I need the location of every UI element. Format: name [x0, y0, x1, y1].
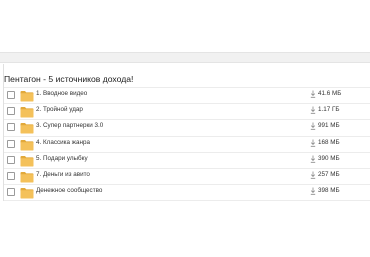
row-checkbox[interactable]	[7, 91, 15, 99]
file-name[interactable]: 1. Вводное видео	[36, 90, 87, 97]
file-row[interactable]: 4. Классика жанра 168 МБ	[4, 135, 370, 152]
file-name[interactable]: 7. Деньги из авито	[36, 171, 90, 178]
download-arrow-icon[interactable]	[310, 106, 316, 117]
file-size: 257 МБ	[318, 170, 340, 178]
row-checkbox[interactable]	[7, 139, 15, 148]
row-checkbox[interactable]	[7, 188, 15, 197]
row-checkbox[interactable]	[7, 123, 15, 132]
folder-icon	[20, 154, 34, 167]
row-checkbox[interactable]	[7, 171, 15, 180]
file-size: 41.6 МБ	[318, 90, 342, 97]
download-arrow-icon[interactable]	[310, 171, 316, 182]
download-arrow-icon[interactable]	[310, 155, 316, 166]
file-row[interactable]: 7. Деньги из авито 257 МБ	[4, 167, 370, 184]
folder-icon	[20, 138, 34, 151]
file-row[interactable]: 3. Супер партнерки 3.0 991 МБ	[4, 119, 370, 135]
folder-title: Пентагон - 5 источников дохода!	[4, 74, 134, 84]
download-arrow-icon[interactable]	[310, 187, 316, 198]
file-row[interactable]: 2. Тройной удар 1.17 ГБ	[4, 103, 370, 119]
download-arrow-icon[interactable]	[310, 139, 316, 150]
folder-icon	[20, 89, 34, 102]
file-size: 398 МБ	[318, 187, 340, 195]
folder-icon	[20, 121, 34, 134]
file-row[interactable]: 1. Вводное видео 41.6 МБ	[4, 87, 370, 103]
folder-icon	[20, 170, 34, 183]
download-arrow-icon[interactable]	[310, 90, 316, 101]
row-checkbox[interactable]	[7, 107, 15, 116]
download-arrow-icon[interactable]	[310, 122, 316, 133]
file-size: 991 МБ	[318, 122, 340, 130]
folder-icon	[20, 105, 34, 118]
file-name[interactable]: Денежное сообщество	[36, 187, 102, 194]
file-name[interactable]: 3. Супер партнерки 3.0	[36, 122, 103, 129]
file-row[interactable]: 5. Подари улыбку 390 МБ	[4, 151, 370, 168]
file-row[interactable]: Денежное сообщество 398 МБ	[4, 184, 370, 202]
file-list: 1. Вводное видео 41.6 МБ 2. Тройной удар 1.…	[4, 87, 370, 202]
file-size: 390 МБ	[318, 154, 340, 162]
folder-icon	[20, 186, 34, 199]
row-checkbox[interactable]	[7, 155, 15, 164]
file-name[interactable]: 5. Подари улыбку	[36, 155, 88, 162]
file-size: 1.17 ГБ	[318, 106, 340, 114]
file-name[interactable]: 2. Тройной удар	[36, 106, 83, 113]
top-toolbar	[0, 52, 370, 63]
file-name[interactable]: 4. Классика жанра	[36, 139, 90, 146]
file-size: 168 МБ	[318, 138, 340, 146]
